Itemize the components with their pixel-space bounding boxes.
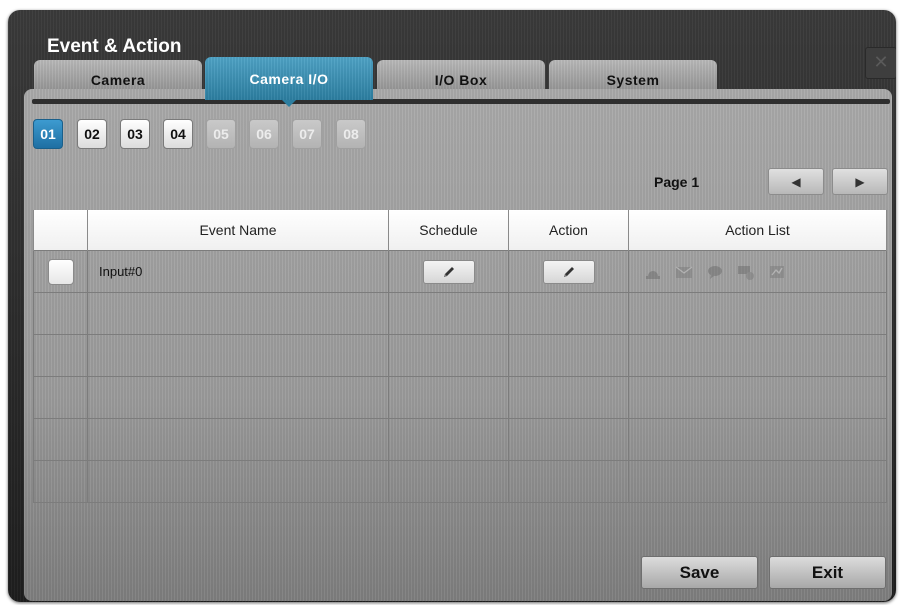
triangle-right-icon: ▶: [855, 174, 865, 189]
save-button[interactable]: Save: [641, 556, 758, 589]
recording-icon: [768, 264, 786, 280]
channel-button-03[interactable]: 03: [120, 119, 150, 149]
column-header-event-name: Event Name: [87, 210, 389, 251]
channel-button-06: 06: [249, 119, 279, 149]
table-row: [33, 418, 887, 461]
action-cell: [508, 250, 629, 293]
edit-action-button[interactable]: [542, 259, 595, 284]
window-title: Event & Action: [47, 36, 182, 57]
channel-button-08: 08: [336, 119, 366, 149]
pencil-icon: [563, 266, 574, 277]
pencil-icon: [443, 266, 454, 277]
event-name: Input#0: [99, 264, 143, 279]
table-row: [33, 292, 887, 335]
camera-network-icon: [737, 264, 755, 280]
channel-button-04[interactable]: 04: [163, 119, 193, 149]
triangle-left-icon: ◀: [791, 174, 801, 189]
select-cell: [33, 250, 88, 293]
tab-camera-io[interactable]: Camera I/O: [205, 57, 373, 107]
next-page-button[interactable]: ▶: [832, 168, 888, 195]
channel-button-01[interactable]: 01: [33, 119, 63, 149]
tab-divider: [32, 99, 890, 104]
action-list-cell: [628, 250, 887, 293]
row-checkbox[interactable]: [47, 258, 74, 285]
close-icon: ✕: [873, 52, 889, 72]
channel-button-07: 07: [292, 119, 322, 149]
prev-page-button[interactable]: ◀: [768, 168, 824, 195]
email-icon: [675, 264, 693, 280]
table-row: Input#0: [33, 250, 887, 293]
channel-button-02[interactable]: 02: [77, 119, 107, 149]
channel-button-05: 05: [206, 119, 236, 149]
table-row: [33, 460, 887, 503]
table-row: [33, 376, 887, 419]
schedule-cell: [388, 250, 509, 293]
column-header-action-list: Action List: [628, 210, 887, 251]
chat-icon: [706, 264, 724, 280]
event-name-cell: Input#0: [87, 250, 389, 293]
exit-button[interactable]: Exit: [769, 556, 886, 589]
column-header-select: [33, 210, 88, 251]
page-indicator: Page 1: [654, 174, 700, 190]
event-table: Event Name Schedule Action Action List I…: [33, 210, 887, 503]
column-header-action: Action: [508, 210, 629, 251]
table-row: [33, 334, 887, 377]
column-header-schedule: Schedule: [388, 210, 509, 251]
edit-schedule-button[interactable]: [422, 259, 475, 284]
table-header-row: Event Name Schedule Action Action List: [33, 210, 887, 251]
alarm-light-icon: [644, 264, 662, 280]
close-button[interactable]: ✕: [865, 47, 896, 79]
